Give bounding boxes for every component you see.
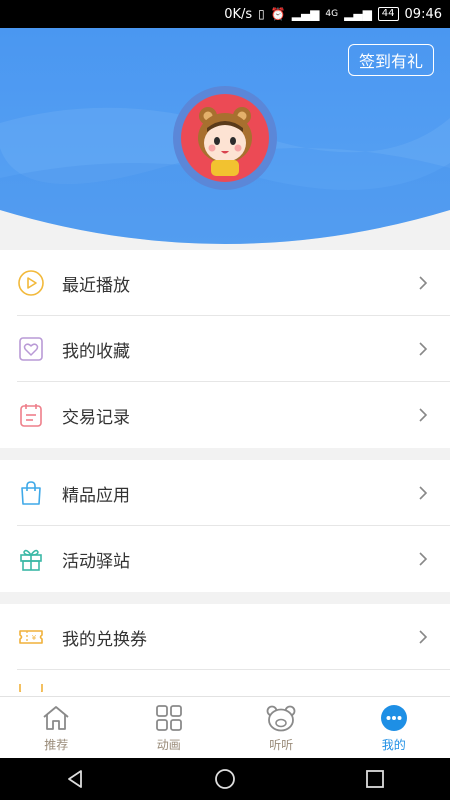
tab-label: 动画 (156, 737, 181, 752)
signin-reward-button[interactable]: 签到有礼 (348, 44, 434, 76)
tab-label: 听听 (269, 737, 294, 752)
coupon-icon-partial (17, 684, 45, 692)
bear-costume-kid-illustration (198, 107, 252, 176)
tab-animation[interactable]: 动画 (113, 697, 226, 759)
bottom-tab-bar: 推荐 动画 听听 我的 (0, 696, 450, 759)
home-nav-icon[interactable] (214, 768, 236, 790)
shopping-bag-icon (17, 479, 45, 507)
menu-item-label: 交易记录 (62, 407, 130, 428)
tab-recommend[interactable]: 推荐 (0, 697, 113, 759)
alarm-icon: ⏰ (270, 7, 286, 21)
menu-item-transactions[interactable]: 交易记录 (0, 382, 450, 448)
chevron-right-icon (419, 408, 428, 422)
chevron-right-icon (419, 630, 428, 644)
menu-item-events[interactable]: 活动驿站 (0, 526, 450, 592)
recents-icon[interactable] (364, 768, 386, 790)
menu-group-1: 最近播放 我的收藏 交易记录 (0, 250, 450, 448)
profile-header: 签到有礼 (0, 28, 450, 248)
battery-icon: 44 (377, 7, 399, 21)
vibrate-icon: ▯ (258, 7, 265, 21)
tab-label: 我的 (381, 737, 406, 752)
menu-item-featured-apps[interactable]: 精品应用 (0, 460, 450, 526)
avatar[interactable] (173, 86, 277, 190)
menu-item-label: 最近播放 (62, 275, 130, 296)
network-type: 4G (325, 9, 339, 19)
heart-icon (17, 335, 45, 363)
back-icon[interactable] (64, 768, 86, 790)
chevron-right-icon (419, 276, 428, 290)
record-icon (17, 401, 45, 429)
gift-icon (17, 545, 45, 573)
menu-item-favorites[interactable]: 我的收藏 (0, 316, 450, 382)
section-divider (0, 448, 450, 460)
tab-mine[interactable]: 我的 (338, 697, 450, 759)
svg-text:¥: ¥ (32, 634, 37, 642)
menu-group-2: 精品应用 活动驿站 (0, 460, 450, 592)
play-circle-icon (17, 269, 45, 297)
menu-list: 最近播放 我的收藏 交易记录 精品应用 活动驿站 ¥ 我的兑换券 (0, 250, 450, 700)
signal-icon: ▂▄▆ (291, 7, 320, 21)
bear-icon (266, 705, 296, 731)
tab-listen[interactable]: 听听 (225, 697, 338, 759)
menu-item-coupons[interactable]: ¥ 我的兑换券 (0, 604, 450, 670)
menu-item-label: 活动驿站 (62, 551, 130, 572)
chevron-right-icon (419, 486, 428, 500)
clock: 09:46 (404, 6, 442, 22)
menu-item-recent-play[interactable]: 最近播放 (0, 250, 450, 316)
network-speed: 0K/s (224, 6, 253, 22)
system-nav-bar (0, 758, 450, 800)
menu-item-label: 我的收藏 (62, 341, 130, 362)
grid-icon (155, 704, 182, 731)
coupon-icon: ¥ (17, 623, 45, 651)
chevron-right-icon (419, 552, 428, 566)
avatar-image (181, 94, 269, 182)
chevron-right-icon (419, 342, 428, 356)
more-icon (380, 704, 407, 731)
menu-item-label: 精品应用 (62, 485, 130, 506)
section-divider (0, 592, 450, 604)
status-bar: 0K/s ▯ ⏰ ▂▄▆ 4G ▂▄▆ 44 09:46 (0, 0, 450, 28)
menu-item-label: 我的兑换券 (62, 629, 147, 650)
menu-group-3: ¥ 我的兑换券 (0, 604, 450, 700)
signal-icon-2: ▂▄▆ (344, 7, 372, 21)
tab-label: 推荐 (44, 737, 69, 752)
home-icon (43, 705, 69, 730)
